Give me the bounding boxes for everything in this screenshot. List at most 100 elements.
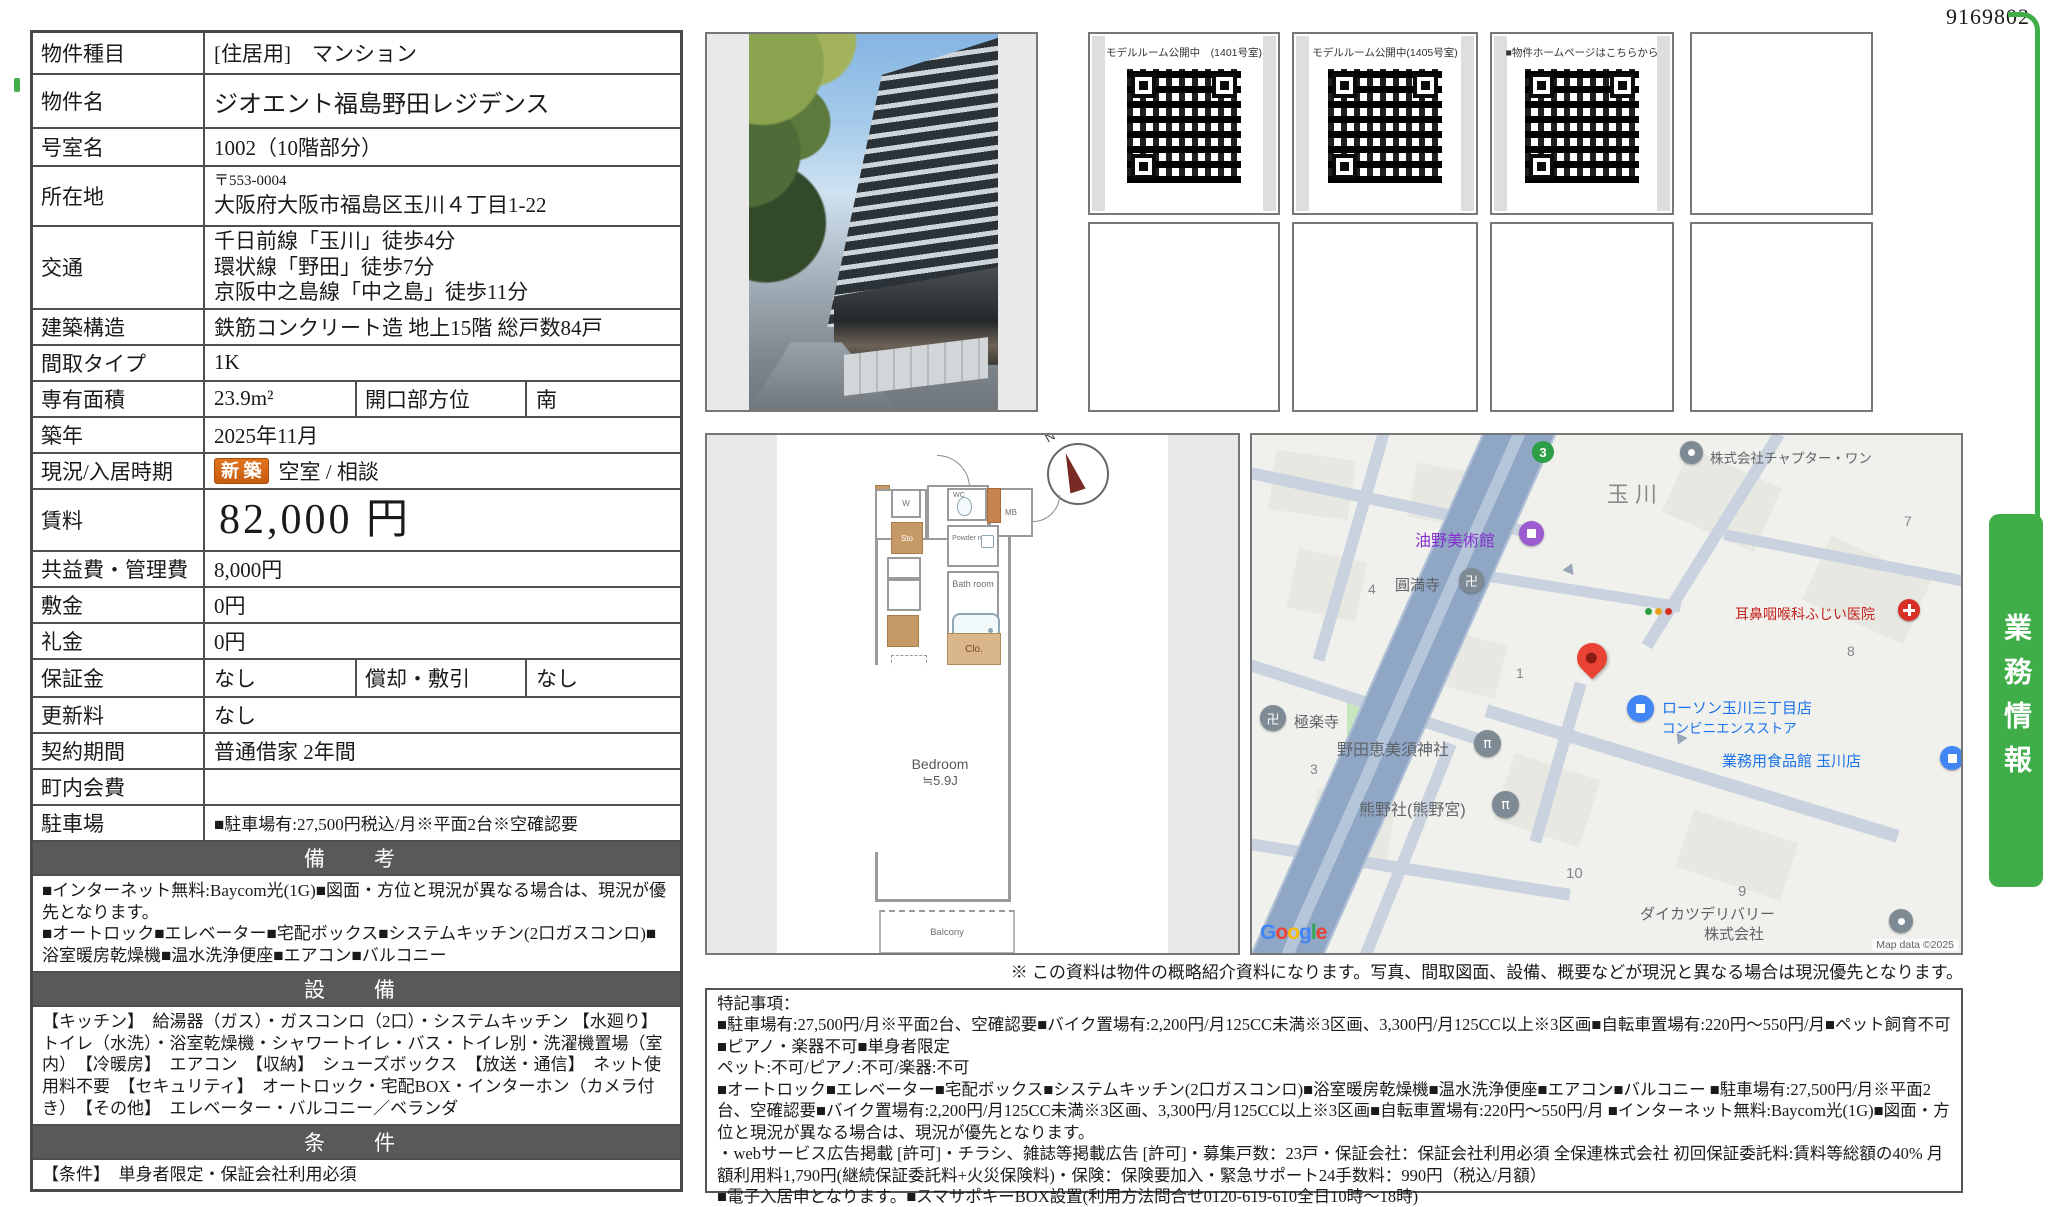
row-label: 駐車場 (33, 805, 205, 840)
table-row-structure: 建築構造 鉄筋コンクリート造 地上15階 総戸数84戸 (33, 307, 680, 344)
empty-photo-box (1690, 32, 1873, 215)
property-table: 物件種目 [住居用] マンション 物件名 ジオエント福島野田レジデンス 号室名 … (30, 30, 683, 1193)
shrine-poi-icon[interactable]: π (1492, 791, 1519, 818)
equipment-line: 【キッチン】 給湯器（ガス）・ガスコンロ（2口）・システムキッチン 【水廻り】 … (42, 1011, 667, 1118)
table-row-parking: 駐車場 ■駐車場有:27,500円税込/月※平面2台※空確認要 (33, 803, 680, 840)
map-label-daikatsu[interactable]: ダイカツデリバリー (1640, 903, 1775, 924)
map-block-number: 10 (1566, 865, 1583, 882)
row-value: 2025年11月 (214, 423, 319, 448)
map-label-enmanji[interactable]: 圓満寺 (1395, 574, 1440, 595)
map-block-number: 1 (1516, 665, 1524, 681)
toilet-icon (957, 497, 972, 516)
bedroom-name: Bedroom (911, 756, 969, 772)
map-label-kumano[interactable]: 熊野社(熊野宮) (1359, 796, 1466, 820)
map-label-noda-shrine[interactable]: 野田恵美須神社 (1337, 736, 1449, 760)
qr-panel-homepage: ■物件ホームページはこちらから (1490, 32, 1674, 215)
door-arc (1033, 495, 1060, 522)
section-header-conditions: 条 件 (33, 1123, 680, 1158)
route-shield-3: 3 (1532, 441, 1554, 463)
lawson-poi-icon[interactable] (1627, 695, 1654, 722)
row-label: 所在地 (33, 167, 205, 225)
notes-line: ペット:不可/ピアノ:不可/楽器:不可 (717, 1058, 970, 1078)
row-label: 交通 (33, 227, 205, 308)
table-row-contract-term: 契約期間 普通借家 2年間 (33, 731, 680, 768)
row-value (205, 770, 680, 804)
notes-line: 特記事項： (717, 994, 800, 1013)
row-label-2: 償却・敷引 (357, 659, 527, 696)
empty-photo-box (1690, 222, 1873, 412)
row-label: 物件種目 (33, 33, 205, 73)
table-row-status: 現況/入居時期 新 築 空室 / 相談 (33, 451, 680, 488)
table-row-room-number: 号室名 1002（10階部分） (33, 127, 680, 165)
clinic-poi-icon[interactable] (1898, 599, 1920, 621)
storage-label: Sto (900, 533, 913, 543)
plan-main-block: W WC Sto Powder room Bath room R (875, 488, 1011, 902)
closet-label: Clo. (965, 643, 983, 655)
map-label-gokurakuji[interactable]: 極楽寺 (1294, 711, 1339, 732)
table-row-transit: 交通 千日前線「玉川」徒歩4分 環状線「野田」徒歩7分 京阪中之島線「中之島」徒… (33, 225, 680, 308)
row-value: 1K (214, 350, 240, 375)
row-label: 現況/入居時期 (33, 453, 205, 488)
qr-caption: モデルルーム公開中 (1401号室) (1105, 47, 1263, 59)
remarks-line: ■インターネット無料:Baycom光(1G)■図面・方位と現況が異なる場合は、現… (42, 880, 667, 922)
row-label: 賃料 (33, 489, 205, 550)
supermarket-poi-icon[interactable] (1940, 746, 1961, 770)
museum-poi-icon[interactable] (1519, 521, 1544, 546)
section-header-equipment: 設 備 (33, 970, 680, 1005)
google-logo[interactable]: Google (1260, 921, 1327, 945)
delivery-poi-icon[interactable] (1889, 909, 1913, 933)
map-block-number: 7 (1904, 513, 1912, 529)
temple-poi-icon[interactable]: 卍 (1260, 705, 1286, 731)
row-label: 建築構造 (33, 309, 205, 344)
section-conditions: 【条件】 単身者限定・保証会社利用必須 (33, 1157, 680, 1190)
plan-bedroom: Bedroom ≒5.9J (875, 665, 1005, 852)
row-label: 敷金 (33, 587, 205, 622)
row-label: 間取タイプ (33, 345, 205, 380)
business-info-tab[interactable]: 業務情報 (1989, 514, 2043, 887)
table-row-deposit: 敷金 0円 (33, 585, 680, 622)
section-remarks: ■インターネット無料:Baycom光(1G)■図面・方位と現況が異なる場合は、現… (33, 873, 680, 971)
notes-line: ■電子入居申となります。■スマサポキーBOX設置(利用方法問合せ0120-619… (717, 1186, 1419, 1206)
row-value: ジオエント福島野田レジデンス (214, 91, 550, 118)
row-value-2: なし (536, 666, 578, 691)
map-label-daikatsu-sub: 株式会社 (1704, 926, 1765, 943)
bedroom-size: ≒5.9J (922, 773, 958, 789)
traffic-light-icon (1645, 608, 1672, 615)
map-label-clinic[interactable]: 耳鼻咽喉科ふじい医院 (1735, 604, 1875, 624)
company-poi-icon[interactable] (1680, 441, 1703, 464)
row-value: 0円 (214, 629, 246, 654)
disclaimer-text: ※ この資料は物件の概略紹介資料になります。写真、間取図面、設備、概要などが現況… (1010, 963, 1963, 982)
row-label: 号室名 (33, 129, 205, 165)
map-label-lawson-sub: コンビニエンスストア (1662, 721, 1797, 736)
row-label: 町内会費 (33, 769, 205, 804)
row-label: 共益費・管理費 (33, 551, 205, 586)
row-value: 普通借家 2年間 (214, 739, 356, 764)
map-label-museum[interactable]: 油野美術館 (1415, 527, 1495, 551)
map-label-lawson[interactable]: ローソン玉川三丁目店 (1662, 697, 1812, 718)
map-label-gyomu-super[interactable]: 業務用食品館 玉川店 (1722, 750, 1861, 771)
map-block-number: 4 (1368, 581, 1376, 597)
table-row-built-year: 築年 2025年11月 (33, 415, 680, 452)
map-label-tamagawa: 玉川 (1607, 482, 1664, 507)
temple-poi-icon[interactable]: 卍 (1459, 568, 1484, 593)
table-row-property-name: 物件名 ジオエント福島野田レジデンス (33, 73, 680, 127)
status-text: 空室 / 相談 (278, 459, 379, 484)
row-value-2: 南 (536, 387, 557, 412)
table-row-rent: 賃料 82,000 円 (33, 487, 680, 550)
door-arc (937, 455, 970, 488)
table-row-area: 専有面積 23.9m² 開口部方位 南 (33, 379, 680, 416)
balcony-label: Balcony (930, 927, 964, 938)
map-label-chapter-one[interactable]: 株式会社チャプター・ワン (1710, 447, 1872, 467)
map-block-number: 3 (1310, 761, 1318, 777)
building-photo (705, 32, 1038, 412)
compass-needle (1058, 450, 1086, 494)
bedroom-label: Bedroom ≒5.9J (875, 755, 1005, 790)
location-map[interactable]: 3 玉川 株式会社チャプター・ワン 7 油野美術館 圓満寺 卍 4 耳鼻咽喉科ふ… (1250, 433, 1963, 955)
map-block-number: 9 (1738, 883, 1747, 900)
shrine-poi-icon[interactable]: π (1474, 730, 1501, 757)
notes-line: ■駐車場有:27,500円/月※平面2台、空確認要■バイク置場有:2,200円/… (717, 1015, 1951, 1056)
floor-plan: N Ent. MB W WC Sto Powder room (705, 433, 1240, 955)
row-label: 物件名 (33, 75, 205, 127)
table-row-address: 所在地 〒553-0004 大阪府大阪市福島区玉川４丁目1-22 (33, 165, 680, 225)
bathroom-label: Bath room (952, 579, 994, 589)
